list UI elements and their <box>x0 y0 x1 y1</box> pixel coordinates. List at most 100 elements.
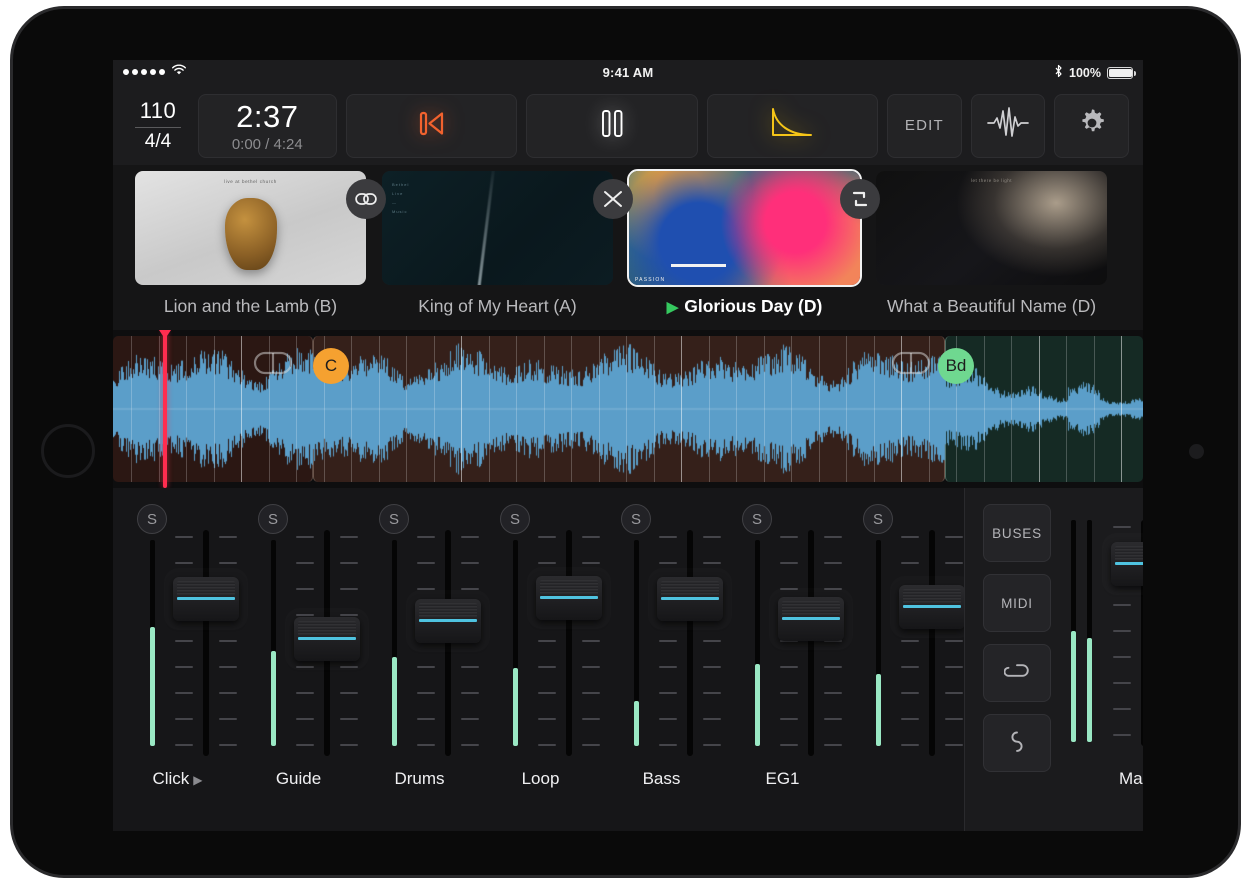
solo-button[interactable]: S <box>137 504 167 534</box>
song-item[interactable]: Bethel Live — Music King of My Heart (A) <box>382 171 633 317</box>
fader-handle[interactable] <box>294 617 360 661</box>
fader-tick <box>659 692 677 694</box>
fader-tick <box>296 562 314 564</box>
song-thumbnail[interactable]: PASSION <box>627 169 862 287</box>
transport-toolbar: 110 4/4 2:37 0:00 / 4:24 EDIT <box>113 86 1143 165</box>
edit-button[interactable]: EDIT <box>887 93 962 158</box>
shuffle-icon[interactable] <box>593 179 633 219</box>
fader-tick <box>296 718 314 720</box>
bar-gridline <box>1039 336 1040 482</box>
fader-tick <box>945 744 963 746</box>
fader-tick <box>538 666 556 668</box>
waveform-timeline[interactable]: C Bd <box>113 330 1143 488</box>
fader-tick <box>417 744 435 746</box>
song-title: King of My Heart (A) <box>382 296 613 317</box>
bar-gridline <box>736 336 737 482</box>
fader-tick <box>175 744 193 746</box>
master-fader-handle[interactable] <box>1111 542 1143 586</box>
fader-tick <box>582 562 600 564</box>
fader-tick <box>945 536 963 538</box>
fader-tick <box>1113 708 1131 710</box>
fader-tick <box>582 536 600 538</box>
fader-handle[interactable] <box>899 585 965 629</box>
home-button[interactable] <box>41 424 95 478</box>
fader-tick <box>780 744 798 746</box>
channel-fader[interactable] <box>415 530 481 756</box>
channel-meter <box>392 540 397 746</box>
waveform-button[interactable] <box>970 93 1046 158</box>
fader-tick <box>296 536 314 538</box>
link-icon[interactable] <box>346 179 386 219</box>
bar-gridline <box>571 336 572 482</box>
album-art-image: live at bethel church <box>135 171 366 285</box>
channel-expand-icon[interactable]: ▶ <box>193 773 202 787</box>
bar-gridline <box>241 336 242 482</box>
panel-button-midi[interactable]: MIDI <box>983 574 1051 632</box>
master-fader[interactable] <box>1111 520 1143 746</box>
solo-button[interactable]: S <box>621 504 651 534</box>
solo-button[interactable]: S <box>258 504 288 534</box>
song-thumbnail[interactable]: live at bethel church <box>135 171 366 285</box>
song-thumbnail[interactable]: let there be light <box>876 171 1107 285</box>
channel-fader[interactable] <box>657 530 723 756</box>
fader-tick <box>703 562 721 564</box>
solo-button[interactable]: S <box>742 504 772 534</box>
fader-tick <box>175 640 193 642</box>
loop-icon[interactable] <box>891 350 931 381</box>
solo-button[interactable]: S <box>500 504 530 534</box>
loop-button[interactable] <box>983 644 1051 702</box>
fader-tick <box>824 692 842 694</box>
section-badge-chorus[interactable]: C <box>313 348 349 384</box>
fader-track <box>445 530 451 756</box>
fader-handle[interactable] <box>536 576 602 620</box>
channel-fader[interactable] <box>536 530 602 756</box>
solo-button[interactable]: S <box>379 504 409 534</box>
fader-handle[interactable] <box>657 577 723 621</box>
fader-handle[interactable] <box>778 597 844 641</box>
fader-tick <box>780 692 798 694</box>
fader-tick <box>780 666 798 668</box>
fader-tick <box>219 640 237 642</box>
channel-meter <box>271 540 276 746</box>
fader-tick <box>659 562 677 564</box>
fader-tick <box>901 744 919 746</box>
fader-handle[interactable] <box>173 577 239 621</box>
master-channel: Master <box>1055 488 1143 831</box>
channel-meter <box>755 540 760 746</box>
fader-tick <box>1113 656 1131 658</box>
solo-button[interactable]: S <box>863 504 893 534</box>
panel-button-buses[interactable]: BUSES <box>983 504 1051 562</box>
edit-button-label: EDIT <box>904 117 944 134</box>
fade-out-button[interactable] <box>706 93 879 158</box>
song-item[interactable]: PASSION ▶ Glorious Day (D) <box>627 169 880 317</box>
loop-section-button[interactable] <box>983 714 1051 772</box>
channel-label: EG1 <box>722 769 843 789</box>
channel-fader[interactable] <box>899 530 965 756</box>
mixer-channel: S <box>843 488 965 831</box>
section-badge-bridge[interactable]: Bd <box>938 348 974 384</box>
fader-tick <box>1113 734 1131 736</box>
channel-fader[interactable] <box>294 530 360 756</box>
fader-tick <box>538 718 556 720</box>
playhead[interactable] <box>159 330 171 488</box>
song-thumbnail[interactable]: Bethel Live — Music <box>382 171 613 285</box>
channel-meter <box>634 540 639 746</box>
settings-button[interactable] <box>1054 93 1129 158</box>
channel-fader[interactable] <box>173 530 239 756</box>
song-item[interactable]: live at bethel church Lion and the Lamb (… <box>135 171 386 317</box>
fader-handle[interactable] <box>415 599 481 643</box>
tempo-signature-display[interactable]: 110 4/4 <box>127 98 189 153</box>
song-item[interactable]: let there be light What a Beautiful Name … <box>876 171 1107 317</box>
channel-fader[interactable] <box>778 530 844 756</box>
bar-gridline <box>846 336 847 482</box>
time-display[interactable]: 2:37 0:00 / 4:24 <box>197 93 337 158</box>
mixer: S Click ▶ S Guide S Drums S Loop S Bass S EG1 S BUSES… <box>113 488 1143 831</box>
repeat-icon[interactable] <box>840 179 880 219</box>
rewind-button[interactable] <box>345 93 518 158</box>
fader-tick <box>703 640 721 642</box>
bluetooth-icon <box>1054 64 1063 81</box>
pause-button[interactable] <box>526 93 698 158</box>
battery-icon <box>1107 66 1136 79</box>
loop-icon[interactable] <box>253 350 293 381</box>
fader-tick <box>824 744 842 746</box>
